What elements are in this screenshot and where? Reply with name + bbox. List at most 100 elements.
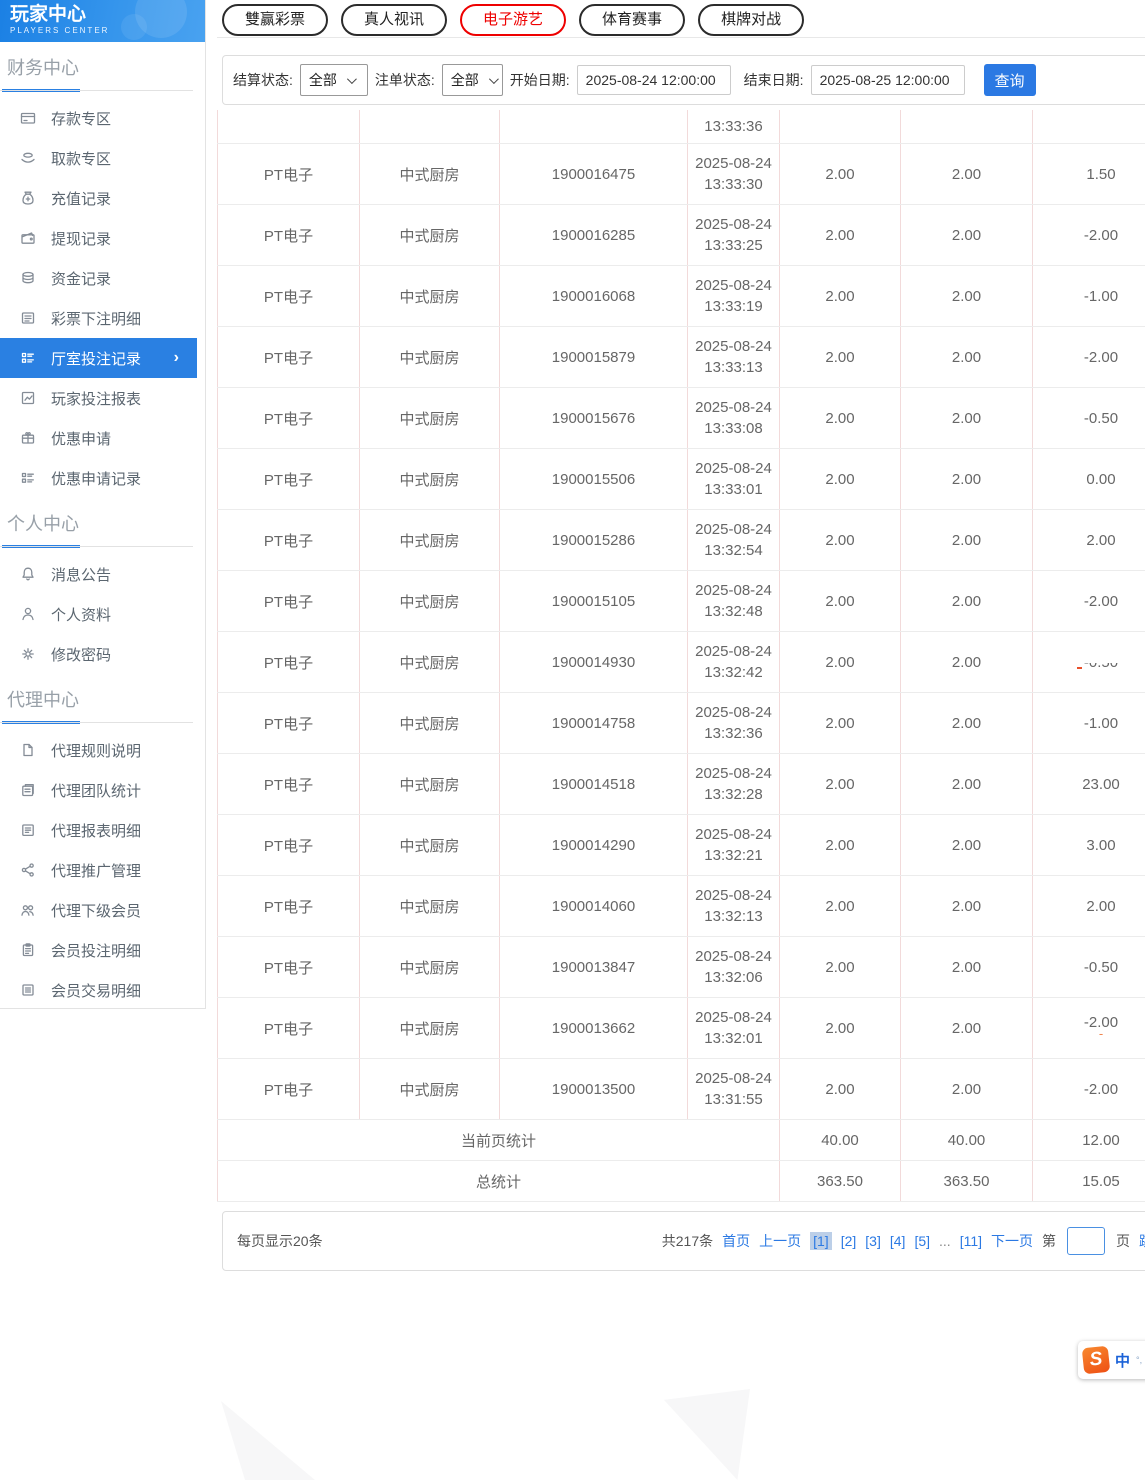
cell-game-type: PT电子 xyxy=(217,326,360,388)
tab-电子游艺[interactable]: 电子游艺 xyxy=(460,3,567,36)
sidebar-item-withdraw[interactable]: 取款专区 xyxy=(0,138,197,178)
sidebar-item-label: 取款专区 xyxy=(51,150,112,168)
cell-datetime: 2025-08-24 13:33:25 xyxy=(687,204,780,266)
jump-page-input[interactable] xyxy=(1067,1227,1105,1255)
sidebar-item-bell[interactable]: 消息公告 xyxy=(0,554,197,594)
cell-game-type: PT电子 xyxy=(217,1058,360,1120)
tab-真人视讯[interactable]: 真人视讯 xyxy=(341,3,448,36)
sidebar-item-report-detail[interactable]: 代理报表明细 xyxy=(0,810,197,850)
cell-bet-amount: 2.00 xyxy=(779,509,901,571)
sidebar-item-doc[interactable]: 代理规则说明 xyxy=(0,730,197,770)
team-stats-icon xyxy=(22,783,34,797)
cell-winloss: 2.00 xyxy=(1086,897,1116,915)
sidebar-item-deposit[interactable]: 存款专区 xyxy=(0,98,197,138)
table-row: PT电子 中式厨房 1900016068 2025-08-24 13:33:19 2.00… xyxy=(217,265,1145,327)
cell-order-no: 1900014060 xyxy=(499,875,688,937)
cell-winloss: -2.00- xyxy=(1083,1014,1119,1041)
withdraw-record-icon xyxy=(21,232,35,244)
cell-datetime: 2025-08-24 13:33:30 xyxy=(687,143,780,205)
summary-label: 当前页统计 xyxy=(217,1119,780,1161)
cell-game-name: 中式厨房 xyxy=(359,326,500,388)
table-row: PT电子 中式厨房 1900014758 2025-08-24 13:32:36 2.00… xyxy=(217,692,1145,754)
cell-winloss: 3.00 xyxy=(1086,836,1116,854)
sidebar-item-team-stats[interactable]: 代理团队统计 xyxy=(0,770,197,810)
table-row: PT电子 中式厨房 1900013847 2025-08-24 13:32:06 2.00… xyxy=(217,936,1145,998)
sidebar-item-lottery-bet-detail[interactable]: 彩票下注明细 xyxy=(0,298,197,338)
recharge-record-icon xyxy=(22,191,34,205)
cell-order-no: 1900015879 xyxy=(499,326,688,388)
sidebar-item-withdraw-record[interactable]: 提现记录 xyxy=(0,218,197,258)
cell-order-no: 1900016475 xyxy=(499,143,688,205)
sidebar-item-member-bet[interactable]: 会员投注明细 xyxy=(0,930,197,970)
section-divider xyxy=(0,721,205,724)
page-link-5[interactable]: [5] xyxy=(914,1233,930,1249)
sidebar-item-person[interactable]: 个人资料 xyxy=(0,594,197,634)
sidebar-item-hall-bet-record[interactable]: 厅室投注记录 › xyxy=(0,338,197,378)
cell-order-no: 1900015506 xyxy=(499,448,688,510)
cell-winloss: -0.50 xyxy=(1076,649,1125,671)
start-date-input[interactable] xyxy=(576,65,731,95)
main-content: 雙赢彩票 真人视讯 电子游艺 体育赛事 棋牌对战 结算状态: 全部 注单状态: 全部 开… xyxy=(217,0,1145,1271)
cell-bet-amount: 2.00 xyxy=(779,143,901,205)
table-row: PT电子 中式厨房 1900013500 2025-08-24 13:31:55 2.00… xyxy=(217,1058,1145,1120)
cell-order-no: 1900016068 xyxy=(499,265,688,327)
sidebar-item-player-bet-report[interactable]: 玩家投注报表 xyxy=(0,378,197,418)
sidebar-item-members[interactable]: 代理下级会员 xyxy=(0,890,197,930)
sidebar-item-label: 代理报表明细 xyxy=(51,822,142,840)
cell-datetime: 2025-08-24 13:33:01 xyxy=(687,448,780,510)
cell-datetime: 2025-08-24 13:32:36 xyxy=(687,692,780,754)
sidebar-item-label: 优惠申请记录 xyxy=(51,470,142,488)
page-link-4[interactable]: [4] xyxy=(890,1233,906,1249)
cell-game-type: PT电子 xyxy=(217,204,360,266)
tab-体育赛事[interactable]: 体育赛事 xyxy=(579,3,686,36)
page-link-3[interactable]: [3] xyxy=(865,1233,881,1249)
cell-winloss: -2.00 xyxy=(1083,1080,1119,1098)
ime-toolbar[interactable]: S 中 °, xyxy=(1078,1341,1145,1379)
cell-game-type: PT电子 xyxy=(217,509,360,571)
sidebar-section-title: 个人中心 xyxy=(7,514,79,534)
tab-棋牌对战[interactable]: 棋牌对战 xyxy=(698,3,805,36)
summary-value: 363.50 xyxy=(779,1160,901,1202)
sidebar-item-label: 玩家投注报表 xyxy=(51,390,142,408)
sidebar-item-label: 彩票下注明细 xyxy=(51,310,142,328)
gear-icon xyxy=(22,648,34,660)
cell-order-no: 1900015286 xyxy=(499,509,688,571)
cell-datetime: 2025-08-24 13:32:28 xyxy=(687,753,780,815)
member-bet-icon xyxy=(22,943,34,957)
end-date-input[interactable] xyxy=(810,65,965,95)
sidebar-item-promo-apply-record[interactable]: 优惠申请记录 xyxy=(0,458,197,498)
page-link-11[interactable]: [11] xyxy=(960,1233,982,1249)
sidebar-item-gear[interactable]: 修改密码 xyxy=(0,634,197,674)
sidebar-item-label: 会员交易明细 xyxy=(51,982,142,1000)
order-status-select[interactable]: 全部 xyxy=(441,64,503,96)
prev-page-link[interactable]: 上一页 xyxy=(759,1231,801,1251)
cell-bet-amount: 2.00 xyxy=(779,387,901,449)
sidebar-item-share[interactable]: 代理推广管理 xyxy=(0,850,197,890)
tab-雙赢彩票[interactable]: 雙赢彩票 xyxy=(222,3,329,36)
cell-valid-amount: 2.00 xyxy=(900,936,1033,998)
page-link-1[interactable]: [1] xyxy=(810,1232,832,1250)
bet-records-table: 13:33:36 PT电子 中式厨房 1900016475 2025-08-24 13:3… xyxy=(217,110,1145,1202)
jump-button[interactable]: 跳转 xyxy=(1139,1231,1145,1251)
sidebar-item-recharge-record[interactable]: 充值记录 xyxy=(0,178,197,218)
sidebar-item-label: 消息公告 xyxy=(51,566,112,584)
next-page-link[interactable]: 下一页 xyxy=(991,1231,1033,1251)
cell-game-name: 中式厨房 xyxy=(359,875,500,937)
sidebar-item-label: 代理推广管理 xyxy=(51,862,142,880)
search-button[interactable]: 查询 xyxy=(983,64,1036,96)
sidebar-item-member-trade[interactable]: 会员交易明细 xyxy=(0,970,197,1010)
cell-order-no: 1900013847 xyxy=(499,936,688,998)
cell-valid-amount: 2.00 xyxy=(900,997,1033,1059)
order-status-label: 注单状态: xyxy=(374,72,435,88)
members-icon xyxy=(21,905,34,916)
sidebar-item-promo-apply[interactable]: 优惠申请 xyxy=(0,418,197,458)
page-link-2[interactable]: [2] xyxy=(841,1233,857,1249)
start-date-label: 开始日期: xyxy=(509,72,570,88)
member-trade-icon xyxy=(22,984,34,996)
cell-winloss: -2.00 xyxy=(1083,226,1119,244)
sidebar-item-funds-record[interactable]: 资金记录 xyxy=(0,258,197,298)
first-page-link[interactable]: 首页 xyxy=(722,1231,750,1251)
cell-game-name: 中式厨房 xyxy=(359,448,500,510)
settle-status-select[interactable]: 全部 xyxy=(299,64,368,96)
jump-suffix: 页 xyxy=(1116,1233,1130,1249)
